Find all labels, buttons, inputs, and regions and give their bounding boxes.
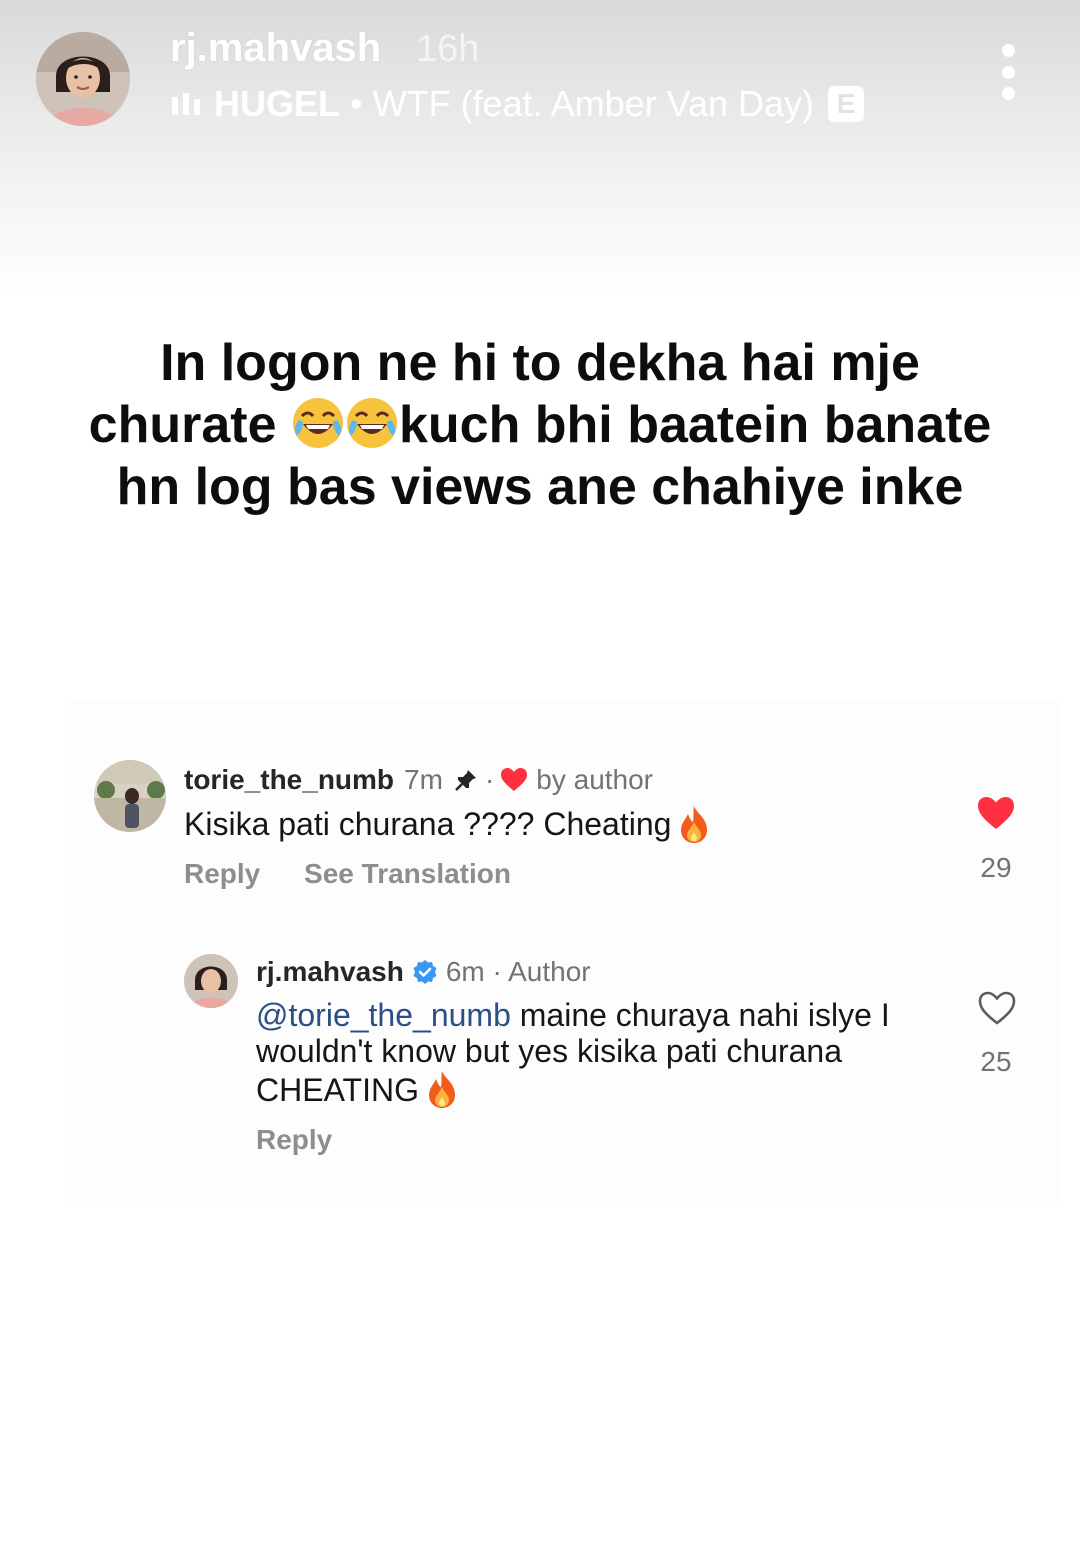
like-count: 25 [980,1046,1012,1077]
comment-text: Kisika pati churana ???? Cheating [184,804,711,844]
explicit-badge: E [828,86,865,122]
author-avatar[interactable] [36,32,130,126]
meta-dot: · [484,764,495,795]
reply-author-avatar[interactable] [184,954,238,1008]
more-options-icon[interactable] [994,44,1022,100]
laughing-tears-emoji-icon [292,398,343,448]
reply-meta: rj.mahvash 6m · Author [256,956,591,988]
reply-text: @torie_the_numb maine churaya nahi islye… [256,997,946,1109]
story-text-segment: kuch bhi baatein banate [398,396,992,454]
reply-button[interactable]: Reply [184,858,260,889]
story-text-line: churate kuch bhi baatein banate [40,394,1040,456]
music-sticker[interactable]: HUGEL • WTF (feat. Amber Van Day) E [172,83,865,124]
story-text-segment: churate [88,396,277,454]
heart-filled-icon[interactable] [976,795,1016,831]
verified-badge-icon [413,960,437,984]
liked-by-author-heart-icon [501,768,528,791]
fire-emoji-icon [428,1071,455,1108]
reply-button[interactable]: Reply [256,1124,332,1155]
comment-meta: torie_the_numb 7m · by author [184,764,653,796]
story-text: In logon ne hi to dekha hai mje churate … [40,332,1040,518]
audio-bars-icon [172,93,200,115]
fire-emoji-icon [681,806,708,843]
see-translation-button[interactable]: See Translation [304,858,511,889]
comment-username[interactable]: torie_the_numb [184,764,394,796]
heart-outline-icon[interactable] [977,990,1017,1026]
comment-actions: Reply See Translation [184,858,511,890]
like-count: 29 [980,852,1012,883]
laughing-tears-emoji-icon [346,398,397,448]
reply-actions: Reply [256,1124,332,1156]
comment-time: 7m [404,764,443,795]
liked-by-author-label: by author [536,764,654,795]
story-text-line: hn log bas views ane chahiye inke [116,458,964,516]
music-separator: • [350,83,363,124]
reply-username[interactable]: rj.mahvash [256,956,404,988]
music-title: WTF (feat. Amber Van Day) [372,83,815,124]
music-artist: HUGEL [214,83,340,124]
story-view: rj.mahvash 16h HUGEL • WTF (feat. Amber … [0,0,1080,1553]
comment-body: Kisika pati churana ???? Cheating [184,805,672,842]
pin-icon [455,770,476,791]
story-text-line: In logon ne hi to dekha hai mje [160,334,920,392]
mention-link[interactable]: @torie_the_numb [256,997,511,1033]
story-username[interactable]: rj.mahvash [170,26,381,71]
commenter-avatar[interactable] [94,760,166,832]
story-timestamp: 16h [416,28,480,70]
reply-time-author: 6m · Author [445,956,591,987]
